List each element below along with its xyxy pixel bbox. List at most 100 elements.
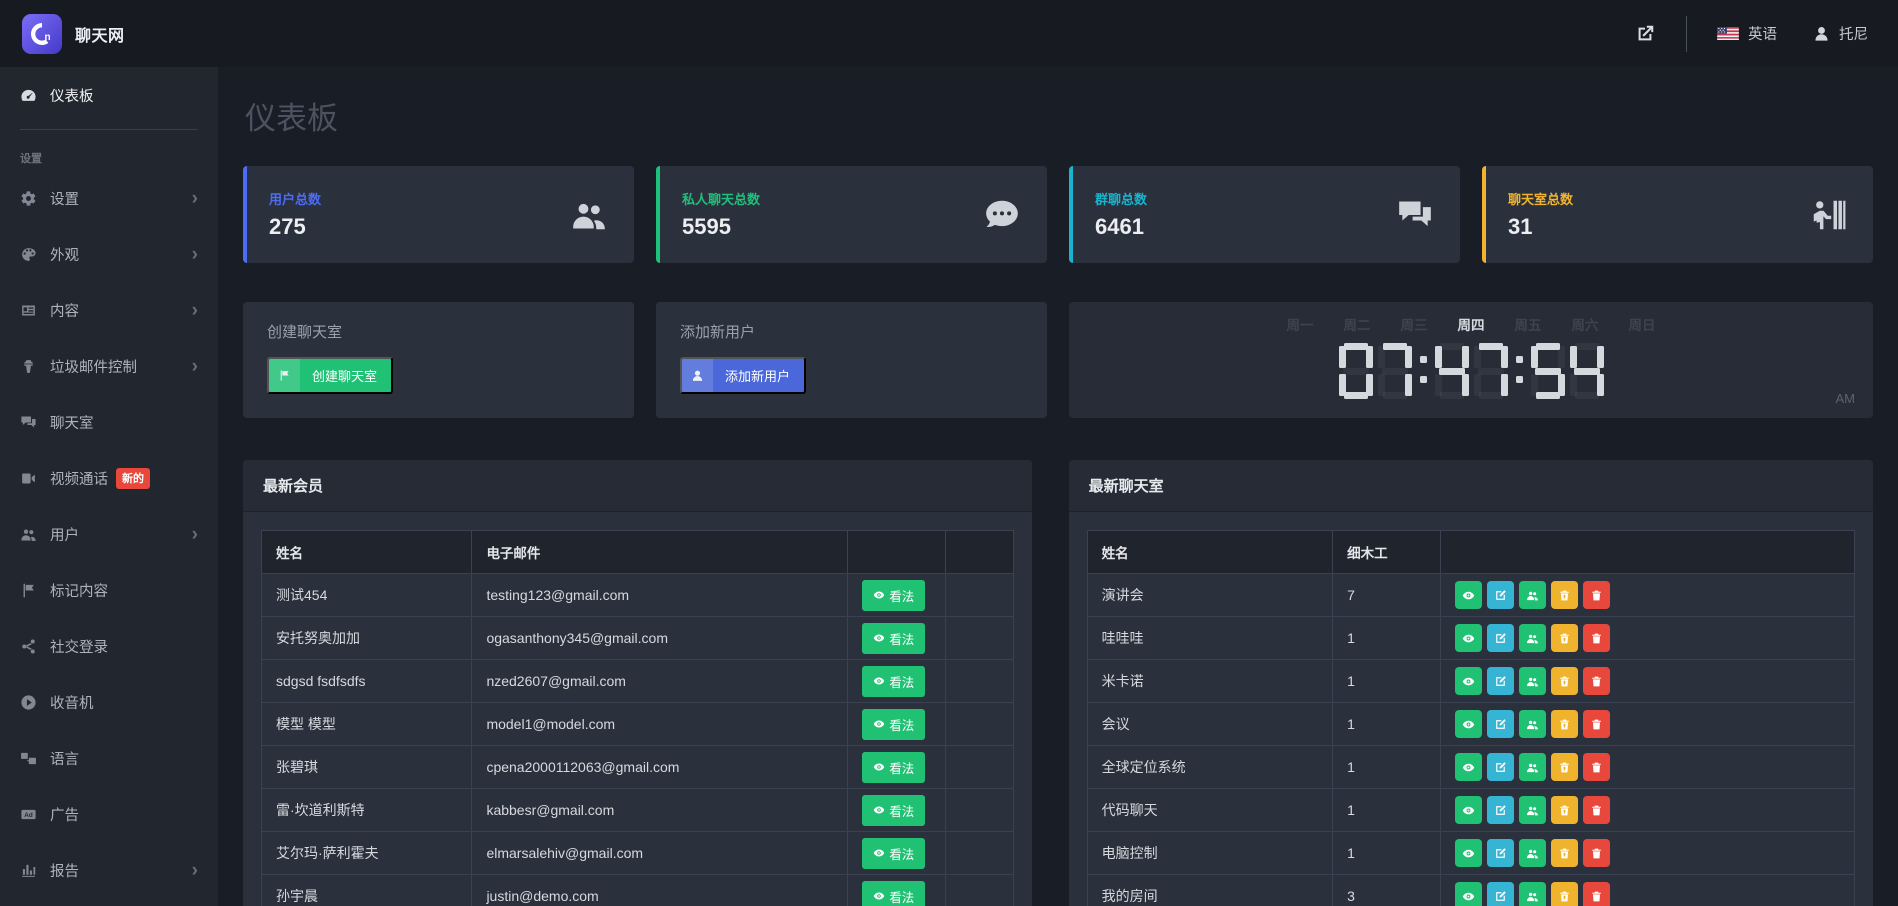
stat-label: 群聊总数	[1095, 189, 1147, 208]
sidebar-item-6[interactable]: 用户›	[0, 506, 218, 562]
table-row: 测试454testing123@gmail.com看法	[262, 574, 1014, 617]
delete-chatroom-button[interactable]	[1583, 882, 1610, 906]
sidebar-item-2[interactable]: 内容›	[0, 282, 218, 338]
delete-chatroom-button[interactable]	[1583, 624, 1610, 652]
sidebar-item-label: 垃圾邮件控制	[50, 356, 137, 377]
view-member-button[interactable]: 看法	[862, 838, 925, 869]
delete-chatroom-button[interactable]	[1583, 796, 1610, 824]
add-user-button[interactable]: 添加新用户	[680, 357, 806, 394]
flag-icon	[20, 582, 37, 599]
chatroom-members-button[interactable]	[1519, 753, 1546, 781]
edit-chatroom-button[interactable]	[1487, 882, 1514, 906]
eye-icon	[1462, 804, 1475, 817]
sidebar-item-4[interactable]: 聊天室	[0, 394, 218, 450]
view-chatroom-button[interactable]	[1455, 667, 1482, 695]
restore-chatroom-button[interactable]	[1551, 796, 1578, 824]
empty-cell	[945, 660, 1013, 703]
delete-chatroom-button[interactable]	[1583, 753, 1610, 781]
empty-cell	[945, 703, 1013, 746]
restore-chatroom-button[interactable]	[1551, 839, 1578, 867]
view-member-button[interactable]: 看法	[862, 623, 925, 654]
chatroom-members-button[interactable]	[1519, 581, 1546, 609]
sidebar-item-9[interactable]: 收音机	[0, 674, 218, 730]
view-member-button[interactable]: 看法	[862, 580, 925, 611]
sidebar-item-dashboard[interactable]: 仪表板	[0, 67, 218, 123]
topbar-controls: 英语 托尼	[1634, 16, 1898, 52]
external-link-icon[interactable]	[1634, 23, 1656, 45]
edit-chatroom-button[interactable]	[1487, 796, 1514, 824]
delete-chatroom-button[interactable]	[1583, 710, 1610, 738]
view-chatroom-button[interactable]	[1455, 710, 1482, 738]
column-header	[848, 531, 946, 574]
sidebar-item-0[interactable]: 设置›	[0, 170, 218, 226]
chatroom-members-button[interactable]	[1519, 667, 1546, 695]
view-chatroom-button[interactable]	[1455, 882, 1482, 906]
user-menu[interactable]: 托尼	[1813, 23, 1868, 44]
trash-restore-icon	[1558, 718, 1571, 731]
member-actions-cell: 看法	[848, 875, 946, 906]
view-chatroom-button[interactable]	[1455, 796, 1482, 824]
sidebar-item-8[interactable]: 社交登录	[0, 618, 218, 674]
view-button-label: 看法	[889, 586, 914, 605]
chatroom-actions-cell	[1440, 574, 1854, 617]
edit-chatroom-button[interactable]	[1487, 839, 1514, 867]
view-member-button[interactable]: 看法	[862, 752, 925, 783]
member-email-cell: model1@model.com	[472, 703, 848, 746]
view-button-label: 看法	[889, 801, 914, 820]
sidebar-item-1[interactable]: 外观›	[0, 226, 218, 282]
stat-label: 用户总数	[269, 189, 321, 208]
view-member-button[interactable]: 看法	[862, 666, 925, 697]
brand[interactable]: n 聊天网	[0, 0, 218, 67]
chatroom-members-button[interactable]	[1519, 882, 1546, 906]
edit-chatroom-button[interactable]	[1487, 753, 1514, 781]
member-email-cell: kabbesr@gmail.com	[472, 789, 848, 832]
empty-cell	[945, 617, 1013, 660]
panel-header: 最新聊天室	[1069, 460, 1873, 512]
language-selector[interactable]: 英语	[1717, 23, 1777, 44]
view-member-button[interactable]: 看法	[862, 709, 925, 740]
chatroom-members-button[interactable]	[1519, 624, 1546, 652]
edit-chatroom-button[interactable]	[1487, 710, 1514, 738]
sidebar-item-3[interactable]: 垃圾邮件控制›	[0, 338, 218, 394]
svg-text:Ad: Ad	[24, 812, 33, 819]
edit-icon	[1494, 890, 1507, 903]
create-chatroom-card: 创建聊天室创建聊天室	[243, 302, 634, 418]
chatroom-actions	[1455, 581, 1840, 609]
trash-icon	[1590, 632, 1603, 645]
view-member-button[interactable]: 看法	[862, 795, 925, 826]
restore-chatroom-button[interactable]	[1551, 581, 1578, 609]
eye-icon	[873, 847, 885, 859]
chatroom-members-button[interactable]	[1519, 796, 1546, 824]
eye-icon	[873, 804, 885, 816]
sidebar-item-11[interactable]: Ad广告	[0, 786, 218, 842]
restore-chatroom-button[interactable]	[1551, 624, 1578, 652]
edit-chatroom-button[interactable]	[1487, 667, 1514, 695]
delete-chatroom-button[interactable]	[1583, 839, 1610, 867]
empty-cell	[945, 875, 1013, 906]
view-chatroom-button[interactable]	[1455, 581, 1482, 609]
view-chatroom-button[interactable]	[1455, 624, 1482, 652]
delete-chatroom-button[interactable]	[1583, 667, 1610, 695]
sidebar-item-5[interactable]: 视频通话新的	[0, 450, 218, 506]
edit-chatroom-button[interactable]	[1487, 581, 1514, 609]
view-chatroom-button[interactable]	[1455, 753, 1482, 781]
restore-chatroom-button[interactable]	[1551, 753, 1578, 781]
restore-chatroom-button[interactable]	[1551, 667, 1578, 695]
restore-chatroom-button[interactable]	[1551, 882, 1578, 906]
topbar-divider	[1686, 16, 1687, 52]
view-member-button[interactable]: 看法	[862, 881, 925, 906]
chatroom-members-button[interactable]	[1519, 839, 1546, 867]
chatroom-name-cell: 代码聊天	[1087, 789, 1333, 832]
sidebar-item-7[interactable]: 标记内容	[0, 562, 218, 618]
eye-icon	[873, 890, 885, 902]
app-logo-icon: n	[22, 14, 62, 54]
chatroom-joiners-cell: 1	[1333, 832, 1440, 875]
delete-chatroom-button[interactable]	[1583, 581, 1610, 609]
create-chatroom-button[interactable]: 创建聊天室	[267, 357, 393, 394]
sidebar-item-12[interactable]: 报告›	[0, 842, 218, 898]
chatroom-members-button[interactable]	[1519, 710, 1546, 738]
restore-chatroom-button[interactable]	[1551, 710, 1578, 738]
edit-chatroom-button[interactable]	[1487, 624, 1514, 652]
view-chatroom-button[interactable]	[1455, 839, 1482, 867]
sidebar-item-10[interactable]: 语言	[0, 730, 218, 786]
